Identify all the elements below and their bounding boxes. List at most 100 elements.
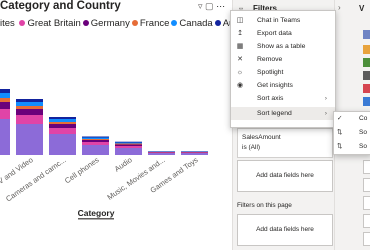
bar-segment[interactable] bbox=[0, 119, 10, 155]
viz-field-well-4[interactable] bbox=[363, 214, 370, 228]
bar-segment[interactable] bbox=[0, 102, 10, 109]
export-icon: ↥ bbox=[237, 30, 243, 37]
filter-card[interactable]: SalesAmount is (All) bbox=[237, 128, 333, 158]
bar-segment[interactable] bbox=[115, 146, 142, 148]
more-options-menu: ◫ Chat in Teams ↥ Export data ▦ Show as … bbox=[230, 10, 336, 128]
submenu-item-sort-descending[interactable]: ⇅ So bbox=[334, 140, 370, 154]
bar-segment[interactable] bbox=[82, 145, 109, 155]
menu-item-get-insights[interactable]: ◉ Get insights bbox=[231, 79, 335, 92]
bar-segment[interactable] bbox=[0, 89, 10, 93]
chat-icon: ◫ bbox=[236, 17, 244, 24]
viz-icon-5[interactable] bbox=[363, 84, 370, 93]
bar-segment[interactable] bbox=[16, 102, 43, 106]
bar-segment[interactable] bbox=[115, 148, 142, 155]
bar-segment[interactable] bbox=[0, 98, 10, 102]
sort-legend-submenu: ✓ Co ⇅ So ⇅ So bbox=[333, 111, 370, 155]
chart-visual[interactable]: cesTV and VideoCameras and camc...Cell p… bbox=[0, 0, 232, 250]
table-icon: ▦ bbox=[236, 43, 244, 50]
chart-title: Category and Country bbox=[0, 0, 121, 12]
checkmark-icon: ✓ bbox=[337, 115, 343, 122]
vizpane-title: V bbox=[359, 4, 365, 13]
focus-mode-icon[interactable]: ▢ bbox=[205, 1, 214, 11]
bar-segment[interactable] bbox=[82, 142, 109, 145]
chart-canvas: cesTV and VideoCameras and camc...Cell p… bbox=[0, 89, 208, 220]
collapse-chevron-icon[interactable]: › bbox=[338, 3, 341, 12]
bar-segment[interactable] bbox=[16, 124, 43, 155]
viz-field-well-3[interactable] bbox=[363, 196, 370, 210]
legend-label: France bbox=[139, 18, 170, 29]
insights-icon: ◉ bbox=[236, 82, 244, 89]
bar-segment[interactable] bbox=[49, 124, 76, 128]
x-tick-label: Cameras and camc... bbox=[4, 155, 68, 203]
sort-ascending-icon: ⇅ bbox=[337, 129, 343, 136]
bar-segment[interactable] bbox=[82, 140, 109, 142]
bar-segment[interactable] bbox=[115, 144, 142, 147]
bar-segment[interactable] bbox=[49, 134, 76, 155]
chevron-right-icon: › bbox=[324, 110, 327, 117]
menu-item-remove[interactable]: ✕ Remove bbox=[231, 53, 335, 66]
legend-item[interactable]: Germany bbox=[82, 18, 130, 29]
menu-item-chat-in-teams[interactable]: ◫ Chat in Teams bbox=[231, 14, 335, 27]
bar-segment[interactable] bbox=[16, 106, 43, 109]
menu-item-sort-axis[interactable]: Sort axis › bbox=[231, 92, 335, 105]
viz-icon-4[interactable] bbox=[363, 71, 370, 80]
bar-segment[interactable] bbox=[181, 153, 208, 155]
filter-card-value: is (All) bbox=[242, 144, 261, 151]
menu-item-show-as-table[interactable]: ▦ Show as a table bbox=[231, 40, 335, 53]
x-tick-label: ces bbox=[0, 155, 2, 169]
add-data-fields-visual[interactable]: Add data fields here bbox=[237, 160, 333, 192]
legend-item[interactable]: France bbox=[131, 18, 170, 29]
legend-label: Canada bbox=[179, 18, 213, 29]
menu-item-export-data[interactable]: ↥ Export data bbox=[231, 27, 335, 40]
more-options-icon[interactable]: ⋯ bbox=[216, 1, 225, 11]
bar-segment[interactable] bbox=[0, 109, 10, 119]
menu-item-spotlight[interactable]: ☼ Spotlight bbox=[231, 66, 335, 79]
viz-field-well-5[interactable] bbox=[363, 232, 370, 246]
viz-icon-6[interactable] bbox=[363, 97, 370, 106]
filters-on-page-label: Filters on this page bbox=[237, 202, 292, 209]
bar-segment[interactable] bbox=[16, 115, 43, 124]
legend-label: Germany bbox=[90, 18, 130, 29]
bar-segment[interactable] bbox=[49, 117, 76, 119]
filter-icon[interactable]: ▿ bbox=[198, 1, 203, 11]
bar-segment[interactable] bbox=[82, 136, 109, 138]
bar-segment[interactable] bbox=[49, 119, 76, 122]
legend-dot-icon bbox=[131, 20, 138, 26]
bar-segment[interactable] bbox=[82, 139, 109, 140]
bar-segment[interactable] bbox=[115, 142, 142, 144]
add-data-fields-page[interactable]: Add data fields here bbox=[237, 214, 333, 246]
resize-handle[interactable] bbox=[78, 218, 114, 220]
chart-legend: ites Great BritainGermanyFranceCanadaAus… bbox=[0, 18, 232, 30]
x-axis-title: Category bbox=[78, 208, 115, 218]
viz-icon-2[interactable] bbox=[363, 45, 370, 54]
bar-segment[interactable] bbox=[0, 93, 10, 98]
bar-segment[interactable] bbox=[49, 128, 76, 134]
viz-icon-1[interactable] bbox=[363, 30, 370, 39]
legend-dot-icon bbox=[214, 20, 221, 26]
bar-segment[interactable] bbox=[16, 109, 43, 115]
bar-segment[interactable] bbox=[148, 152, 175, 154]
spotlight-icon: ☼ bbox=[236, 69, 244, 76]
submenu-item-sort-ascending[interactable]: ⇅ So bbox=[334, 126, 370, 140]
x-tick-label: Music, Movies and... bbox=[105, 155, 166, 202]
bar-segment[interactable] bbox=[181, 152, 208, 154]
viz-field-well-2[interactable] bbox=[363, 178, 370, 192]
legend-item[interactable]: Great Britain bbox=[19, 18, 81, 29]
bar-segment[interactable] bbox=[16, 99, 43, 102]
bar-segment[interactable] bbox=[148, 153, 175, 155]
bar-segment[interactable] bbox=[49, 122, 76, 124]
x-tick-label: Audio bbox=[113, 155, 134, 173]
viz-icon-3[interactable] bbox=[363, 58, 370, 67]
bar-segment[interactable] bbox=[115, 141, 142, 143]
bar-segment[interactable] bbox=[115, 143, 142, 145]
menu-item-sort-legend[interactable]: Sort legend › bbox=[231, 107, 335, 120]
legend-dot-icon bbox=[171, 20, 178, 26]
viz-field-well-1[interactable] bbox=[363, 160, 370, 174]
visual-header-icons: ▿ ▢ ⋯ bbox=[198, 1, 225, 12]
legend-item[interactable]: Canada bbox=[171, 18, 213, 29]
bar-segment[interactable] bbox=[82, 137, 109, 140]
remove-icon: ✕ bbox=[237, 56, 243, 63]
submenu-item-country[interactable]: ✓ Co bbox=[334, 112, 370, 126]
chevron-right-icon: › bbox=[324, 95, 327, 102]
filter-card-field: SalesAmount bbox=[242, 134, 281, 141]
